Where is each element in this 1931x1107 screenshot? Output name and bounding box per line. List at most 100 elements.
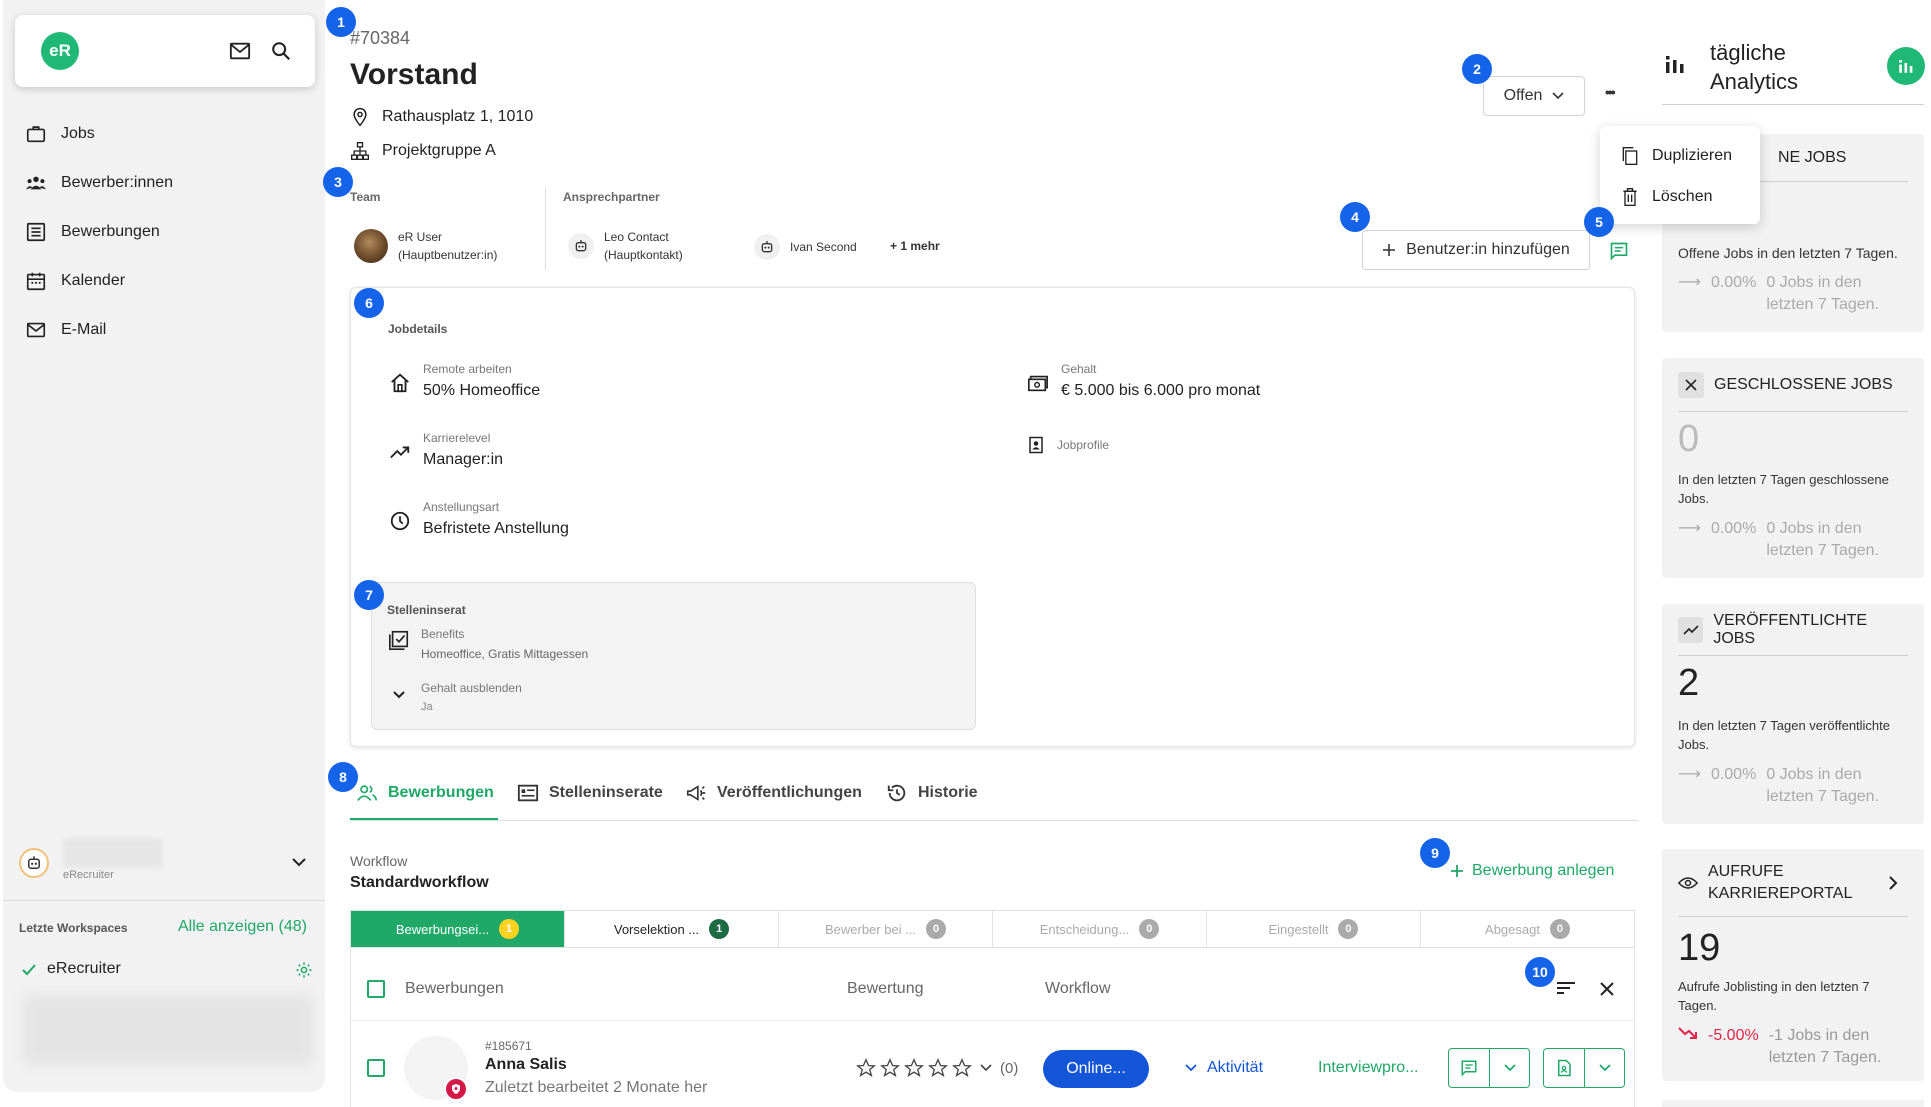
trend-percent: -5.00% <box>1708 1027 1759 1044</box>
stage-count: 1 <box>499 919 520 939</box>
status-dropdown[interactable]: Offen <box>1483 76 1585 116</box>
select-all-checkbox[interactable] <box>367 980 385 998</box>
menu-item-delete[interactable]: Löschen <box>1620 186 1713 208</box>
arrow-right-icon: ⟶ <box>1678 766 1701 783</box>
field-jobprofile[interactable]: Jobprofile <box>1027 436 1109 454</box>
tab-history[interactable]: Historie <box>886 782 978 804</box>
sidebar-item-applications[interactable]: Bewerbungen <box>25 217 160 247</box>
brand-logo[interactable]: eR <box>41 32 79 70</box>
mail-icon[interactable] <box>229 41 251 61</box>
contact-person[interactable]: Leo Contact (Hauptkontakt) <box>568 228 683 264</box>
sidebar-item-jobs[interactable]: Jobs <box>25 119 95 149</box>
document-dropdown-toggle[interactable] <box>1584 1049 1624 1087</box>
chevron-down-icon <box>1598 1064 1611 1072</box>
divider <box>545 188 546 270</box>
member-role: (Hauptbenutzer:in) <box>398 248 498 262</box>
workflow-status-button[interactable]: Online... <box>1043 1050 1149 1088</box>
stage-tab-preselection[interactable]: Vorselektion ... 1 <box>565 911 779 947</box>
hierarchy-icon <box>351 142 369 160</box>
comment-dropdown-toggle[interactable] <box>1489 1049 1529 1087</box>
star-rating[interactable]: (0) <box>856 1058 1018 1078</box>
tab-label: Historie <box>918 784 978 801</box>
chevron-right-icon[interactable] <box>1888 875 1898 891</box>
workspace-item[interactable]: eRecruiter <box>47 960 121 978</box>
marker-8: 8 <box>328 762 358 792</box>
last-edited: Zuletzt bearbeitet 2 Monate her <box>485 1079 708 1096</box>
show-all-link[interactable]: Alle anzeigen (48) <box>178 918 307 936</box>
add-user-button[interactable]: Benutzer:in hinzufügen <box>1362 230 1590 270</box>
tab-label: Stelleninserate <box>549 784 663 801</box>
marker-4: 4 <box>1340 202 1370 232</box>
close-icon[interactable] <box>1599 981 1615 997</box>
marker-10: 10 <box>1525 957 1555 987</box>
card-header: VERÖFFENTLICHTE JOBS <box>1678 604 1908 656</box>
rating-count: (0) <box>1000 1059 1019 1077</box>
star-icon[interactable] <box>928 1058 948 1078</box>
list-icon <box>26 222 46 242</box>
analytics-card-portal-views[interactable]: AUFRUFE KARRIEREPORTAL 19 Aufrufe Joblis… <box>1662 849 1924 1081</box>
stage-tab-hired[interactable]: Eingestellt 0 <box>1207 911 1421 947</box>
gear-icon[interactable] <box>295 961 313 979</box>
robot-icon <box>568 233 594 259</box>
trending-up-icon <box>1678 616 1704 643</box>
star-icon[interactable] <box>904 1058 924 1078</box>
workflow-stages: Bewerbungsei... 1 Vorselektion ... 1 Bew… <box>350 910 1635 948</box>
star-icon[interactable] <box>856 1058 876 1078</box>
comment-button[interactable] <box>1449 1049 1489 1087</box>
tab-publications[interactable]: Veröffentlichungen <box>685 782 862 804</box>
contact-person-2[interactable]: Ivan Second <box>754 234 857 260</box>
sidebar-item-calendar[interactable]: Kalender <box>25 266 125 296</box>
document-split-button <box>1543 1048 1625 1088</box>
stage-tab-with-client[interactable]: Bewerber bei ... 0 <box>779 911 993 947</box>
chevron-down-icon[interactable] <box>980 1064 992 1072</box>
account-name-blurred <box>63 838 163 868</box>
chevron-down-icon <box>1552 92 1564 100</box>
column-header-applications[interactable]: Bewerbungen <box>405 980 504 998</box>
document-button[interactable] <box>1544 1049 1584 1087</box>
column-header-workflow[interactable]: Workflow <box>1045 980 1111 998</box>
hide-salary-value: Ja <box>421 701 433 713</box>
brand-card: eR <box>15 15 315 87</box>
sidebar-item-label: Bewerbungen <box>61 223 160 240</box>
search-icon[interactable] <box>270 40 292 62</box>
next-card-edge <box>1662 1100 1924 1107</box>
money-icon <box>1028 375 1048 392</box>
trash-icon <box>1623 188 1637 206</box>
tab-job-ads[interactable]: Stelleninserate <box>517 782 663 804</box>
star-icon[interactable] <box>880 1058 900 1078</box>
chevron-down-icon[interactable] <box>291 857 307 867</box>
analytics-toggle-button[interactable] <box>1887 47 1925 85</box>
create-application-button[interactable]: Bewerbung anlegen <box>1450 862 1614 880</box>
team-member[interactable]: eR User (Hauptbenutzer:in) <box>354 228 497 264</box>
interview-link[interactable]: Interviewpro... <box>1318 1059 1418 1077</box>
candidate-name[interactable]: Anna Salis <box>485 1056 567 1074</box>
more-options-menu: Duplizieren Löschen <box>1600 126 1760 224</box>
stage-tab-rejected[interactable]: Abgesagt 0 <box>1421 911 1634 947</box>
stage-tab-decision[interactable]: Entscheidung... 0 <box>993 911 1207 947</box>
briefcase-icon <box>26 126 46 143</box>
sort-icon[interactable] <box>1556 980 1576 996</box>
star-icon[interactable] <box>952 1058 972 1078</box>
more-options-button[interactable]: ••• <box>1605 84 1616 100</box>
comment-icon[interactable] <box>1609 241 1629 261</box>
row-checkbox[interactable] <box>367 1059 385 1077</box>
column-header-rating[interactable]: Bewertung <box>847 980 924 998</box>
copy-icon <box>1622 147 1638 165</box>
field-value: Manager:in <box>423 451 504 468</box>
sidebar-item-candidates[interactable]: Bewerber:innen <box>25 168 173 198</box>
more-contacts-link[interactable]: + 1 mehr <box>890 239 940 253</box>
tab-applications[interactable]: Bewerbungen <box>356 782 494 804</box>
menu-item-duplicate[interactable]: Duplizieren <box>1620 145 1732 167</box>
activity-dropdown[interactable]: Aktivität <box>1185 1059 1263 1077</box>
stage-count: 0 <box>1338 919 1359 939</box>
page-title: Vorstand <box>350 58 478 91</box>
sidebar-item-email[interactable]: E-Mail <box>25 315 106 345</box>
card-header: GESCHLOSSENE JOBS <box>1678 358 1908 412</box>
account-avatar[interactable] <box>19 848 49 878</box>
sidebar-item-label: Bewerber:innen <box>61 174 174 191</box>
job-id: #70384 <box>350 28 411 48</box>
marker-3: 3 <box>323 167 353 197</box>
trend-percent: 0.00% <box>1710 274 1757 291</box>
chevron-down-icon[interactable] <box>392 690 406 700</box>
stage-tab-received[interactable]: Bewerbungsei... 1 <box>351 911 565 947</box>
